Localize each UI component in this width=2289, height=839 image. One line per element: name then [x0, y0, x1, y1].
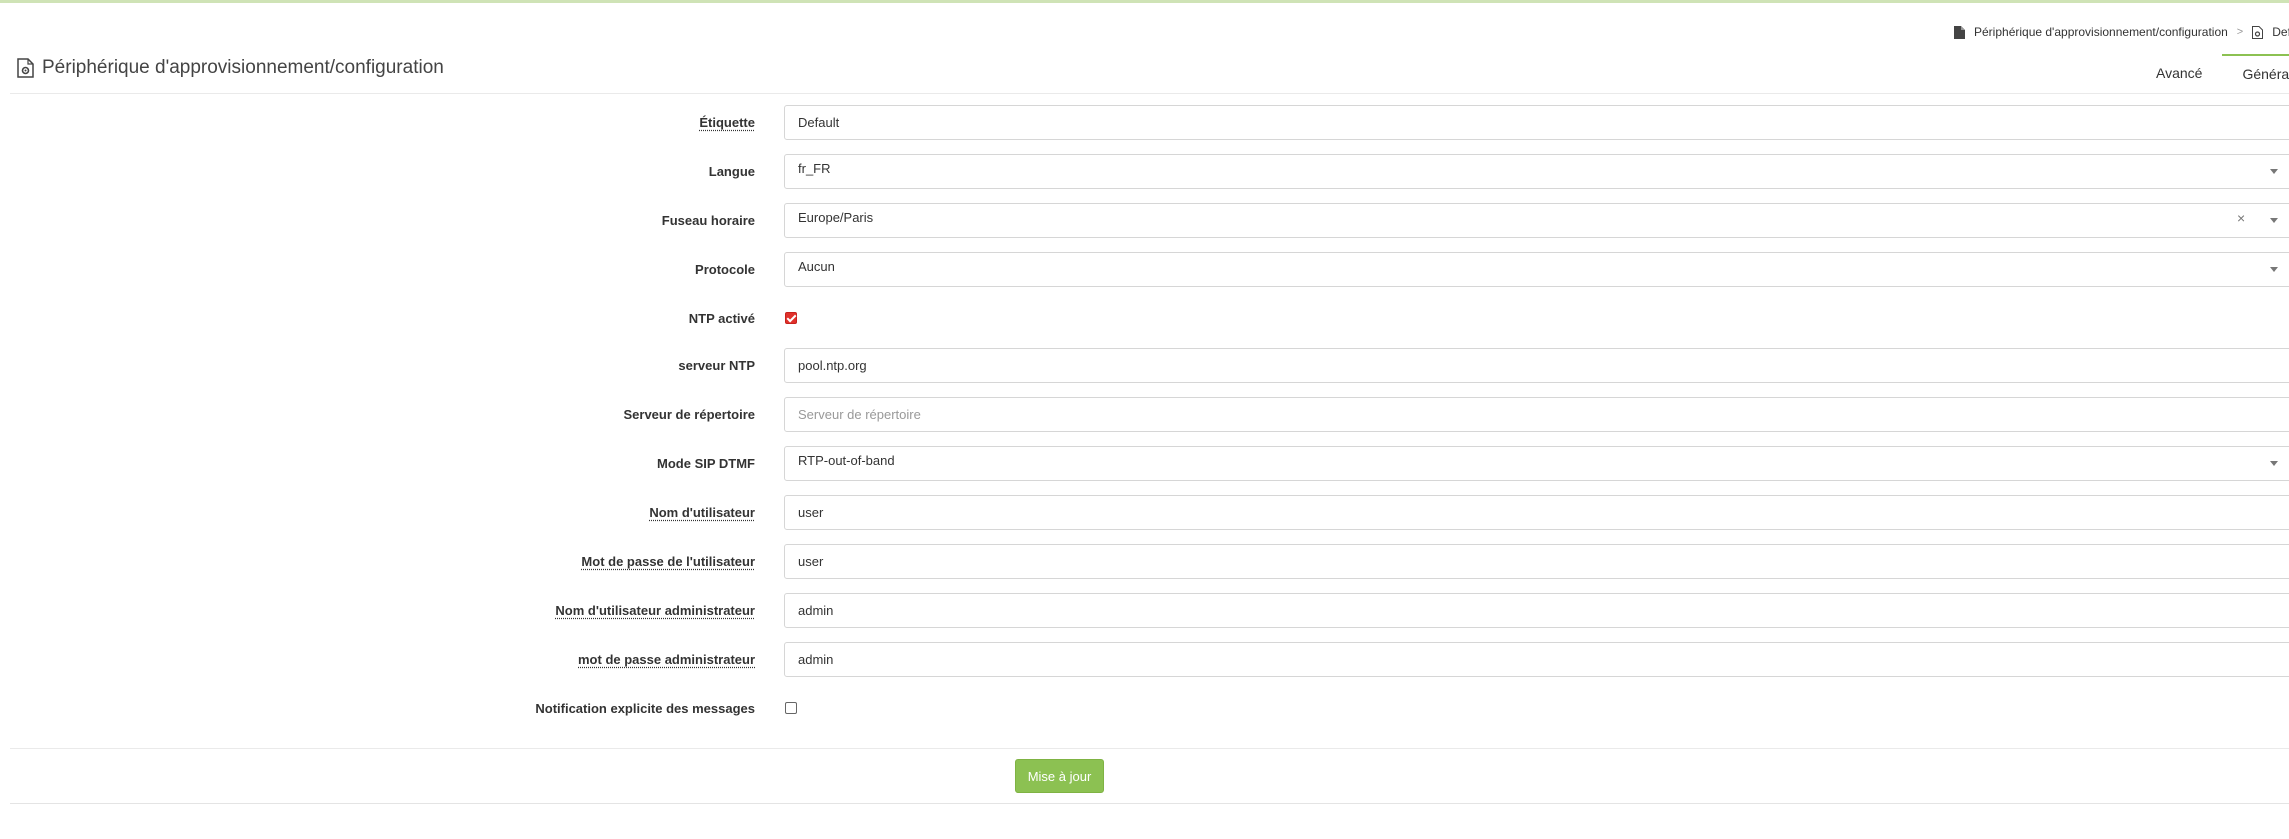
divider [10, 93, 2289, 94]
form-row-user-password: Mot de passe de l'utilisateur [0, 544, 2289, 579]
explicit-notification-label: Notification explicite des messages [535, 701, 755, 716]
form-row-directory-server: Serveur de répertoire [0, 397, 2289, 432]
update-button[interactable]: Mise à jour [1015, 759, 1104, 793]
form-row-label: Étiquette [0, 105, 2289, 140]
protocol-label: Protocole [695, 262, 755, 277]
divider [10, 803, 2289, 804]
timezone-label: Fuseau horaire [661, 213, 755, 228]
caret-down-icon [2270, 461, 2278, 466]
user-password-input[interactable] [784, 544, 2289, 579]
username-input[interactable] [784, 495, 2289, 530]
caret-down-icon [2270, 218, 2278, 223]
file-icon [1954, 25, 1965, 39]
page-title: Périphérique d'approvisionnement/configu… [42, 57, 444, 78]
timezone-value: Europe/Paris [798, 210, 874, 225]
form-row-language: Langue fr_FR [0, 154, 2289, 189]
ntp-server-label: serveur NTP [678, 358, 755, 373]
form-row-timezone: Fuseau horaire Europe/Paris × [0, 203, 2289, 238]
admin-password-label: mot de passe administrateur [578, 652, 755, 667]
directory-server-input[interactable] [784, 397, 2289, 432]
clear-icon[interactable]: × [2237, 209, 2245, 227]
ntp-enabled-label: NTP activé [688, 311, 755, 326]
admin-username-input[interactable] [784, 593, 2289, 628]
top-accent-line [0, 0, 2289, 3]
admin-username-label: Nom d'utilisateur administrateur [555, 603, 755, 618]
form-row-admin-username: Nom d'utilisateur administrateur [0, 593, 2289, 628]
language-value: fr_FR [798, 161, 831, 176]
protocol-select[interactable]: Aucun [784, 252, 2289, 287]
timezone-select[interactable]: Europe/Paris × [784, 203, 2289, 238]
breadcrumb: Périphérique d'approvisionnement/configu… [1954, 22, 2289, 42]
file-gear-icon [2252, 25, 2264, 39]
tab-bar: Avancé Général [2136, 54, 2289, 92]
page-header: Périphérique d'approvisionnement/configu… [17, 57, 444, 79]
form-row-username: Nom d'utilisateur [0, 495, 2289, 530]
form-row-sip-dtmf: Mode SIP DTMF RTP-out-of-band [0, 446, 2289, 481]
divider [10, 748, 2289, 749]
tab-advanced[interactable]: Avancé [2136, 54, 2222, 92]
form-row-ntp-enabled: NTP activé [0, 301, 2289, 336]
admin-password-input[interactable] [784, 642, 2289, 677]
sip-dtmf-value: RTP-out-of-band [798, 453, 895, 468]
label-field-label: Étiquette [699, 115, 755, 130]
user-password-label: Mot de passe de l'utilisateur [581, 554, 755, 569]
sip-dtmf-select[interactable]: RTP-out-of-band [784, 446, 2289, 481]
form-row-explicit-notification: Notification explicite des messages [0, 691, 2289, 726]
sip-dtmf-label: Mode SIP DTMF [657, 456, 755, 471]
breadcrumb-item-current: Defa [2272, 25, 2289, 39]
form-row-ntp-server: serveur NTP [0, 348, 2289, 383]
ntp-server-input[interactable] [784, 348, 2289, 383]
file-gear-icon [17, 58, 34, 78]
language-label: Langue [708, 164, 755, 179]
caret-down-icon [2270, 169, 2278, 174]
protocol-value: Aucun [798, 259, 835, 274]
breadcrumb-item-provisioning[interactable]: Périphérique d'approvisionnement/configu… [1974, 25, 2228, 39]
label-input[interactable] [784, 105, 2289, 140]
form-row-protocol: Protocole Aucun [0, 252, 2289, 287]
username-label: Nom d'utilisateur [649, 505, 755, 520]
language-select[interactable]: fr_FR [784, 154, 2289, 189]
breadcrumb-separator: > [2236, 26, 2244, 38]
tab-general[interactable]: Général [2222, 54, 2289, 92]
caret-down-icon [2270, 267, 2278, 272]
ntp-enabled-checkbox[interactable] [785, 312, 797, 324]
directory-server-label: Serveur de répertoire [623, 407, 755, 422]
form-row-admin-password: mot de passe administrateur [0, 642, 2289, 677]
explicit-notification-checkbox[interactable] [785, 702, 797, 714]
